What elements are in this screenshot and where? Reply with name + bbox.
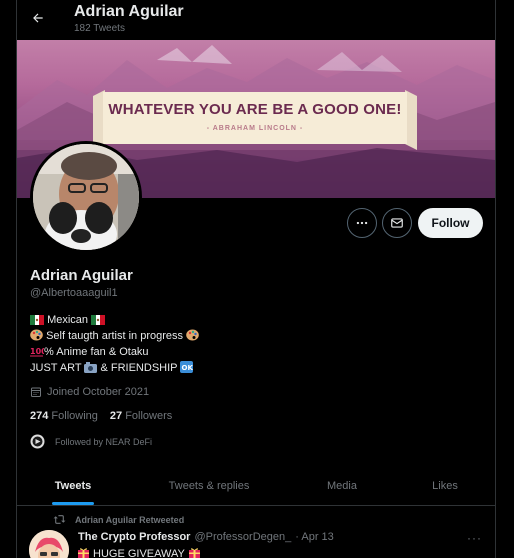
active-tab-indicator [52, 502, 94, 505]
following-link[interactable]: 274 Following [30, 410, 98, 422]
tweet-text: HUGE GIVEAWAY [78, 547, 200, 558]
tweet-author-avatar[interactable] [29, 530, 69, 558]
bio-text-just-art: JUST ART [30, 362, 82, 374]
bio-text-friendship: & FRIENDSHIP [100, 362, 178, 374]
retweet-note-text: Adrian Aguilar Retweeted [75, 514, 185, 525]
profile-bio: Mexican Self taugth artist in progress 1… [30, 312, 199, 376]
camera-icon [84, 362, 98, 378]
followed-by[interactable]: Followed by NEAR DeFi [30, 434, 152, 449]
follow-button[interactable]: Follow [418, 208, 483, 238]
tweet-more-button[interactable]: ··· [467, 531, 482, 545]
tweet-date[interactable]: · Apr 13 [295, 531, 334, 543]
ok-button-icon: OK [180, 361, 194, 378]
followers-link[interactable]: 27 Followers [110, 410, 172, 422]
back-button[interactable] [27, 7, 49, 29]
svg-text:OK: OK [182, 364, 194, 372]
header-name: Adrian Aguilar [74, 3, 184, 20]
retweet-icon [53, 515, 66, 524]
tweet-item[interactable]: Adrian Aguilar Retweeted The Crypto Prof… [17, 506, 495, 558]
tab-media[interactable]: Media [307, 466, 377, 506]
profile-column: Adrian Aguilar 182 Tweets WHATEVER YOU A… [16, 0, 496, 558]
profile-tabs: Tweets Tweets & replies Media Likes [17, 466, 495, 506]
envelope-icon [391, 218, 403, 228]
bio-text-anime: % Anime fan & Otaku [44, 346, 149, 358]
svg-text:100: 100 [30, 347, 44, 356]
bio-text-mexican: Mexican [47, 314, 89, 326]
follow-stats: 274 Following 27 Followers [30, 410, 172, 422]
tweet-author-name[interactable]: The Crypto Professor [78, 531, 190, 543]
joined-date: Joined October 2021 [30, 386, 149, 398]
wrapped-gift-icon [78, 547, 89, 558]
followed-by-text: Followed by NEAR DeFi [55, 436, 153, 447]
tab-tweets-replies-label: Tweets & replies [168, 480, 250, 492]
profile-handle: @Albertoaaaguil1 [30, 287, 118, 299]
tab-tweets-replies[interactable]: Tweets & replies [147, 466, 271, 506]
following-count: 274 [30, 410, 49, 422]
near-defi-avatar [30, 434, 45, 449]
profile-name: Adrian Aguilar [30, 267, 133, 284]
tab-tweets-label: Tweets [54, 480, 92, 492]
arrow-left-icon [33, 13, 43, 23]
tab-likes-label: Likes [432, 480, 458, 492]
bio-line-4: JUST ART & FRIENDSHIP OK [30, 360, 199, 376]
top-bar: Adrian Aguilar 182 Tweets [17, 0, 495, 40]
bio-line-1: Mexican [30, 312, 199, 328]
banner-quote: WHATEVER YOU ARE BE A GOOD ONE! [108, 101, 402, 118]
artist-palette-icon [186, 329, 199, 346]
tab-tweets[interactable]: Tweets [17, 466, 129, 506]
tab-likes[interactable]: Likes [409, 466, 481, 506]
tab-media-label: Media [327, 480, 357, 492]
more-horizontal-icon [356, 221, 368, 225]
more-options-button[interactable] [347, 208, 377, 238]
retweet-note: Adrian Aguilar Retweeted [53, 514, 184, 525]
joined-text: Joined October 2021 [47, 386, 150, 398]
bio-text-artist: Self taugth artist in progress [46, 330, 184, 342]
header-tweet-count: 182 Tweets [74, 23, 125, 34]
followers-label: Followers [125, 410, 173, 422]
calendar-icon [31, 387, 41, 397]
banner-quote-author: - ABRAHAM LINCOLN - [206, 125, 304, 132]
bio-line-2: Self taugth artist in progress [30, 328, 199, 344]
followers-count: 27 [109, 410, 123, 422]
profile-avatar[interactable] [30, 141, 142, 253]
message-button[interactable] [382, 208, 412, 238]
tweet-header: The Crypto Professor @ProfessorDegen_ · … [78, 531, 334, 543]
tweet-text-content: HUGE GIVEAWAY [93, 548, 185, 558]
bio-line-3: 100% Anime fan & Otaku [30, 344, 199, 360]
tweet-author-handle[interactable]: @ProfessorDegen_ [194, 531, 291, 543]
following-label: Following [51, 410, 98, 422]
wrapped-gift-icon [188, 547, 200, 558]
quote-ribbon: WHATEVER YOU ARE BE A GOOD ONE! - ABRAHA… [93, 90, 417, 150]
